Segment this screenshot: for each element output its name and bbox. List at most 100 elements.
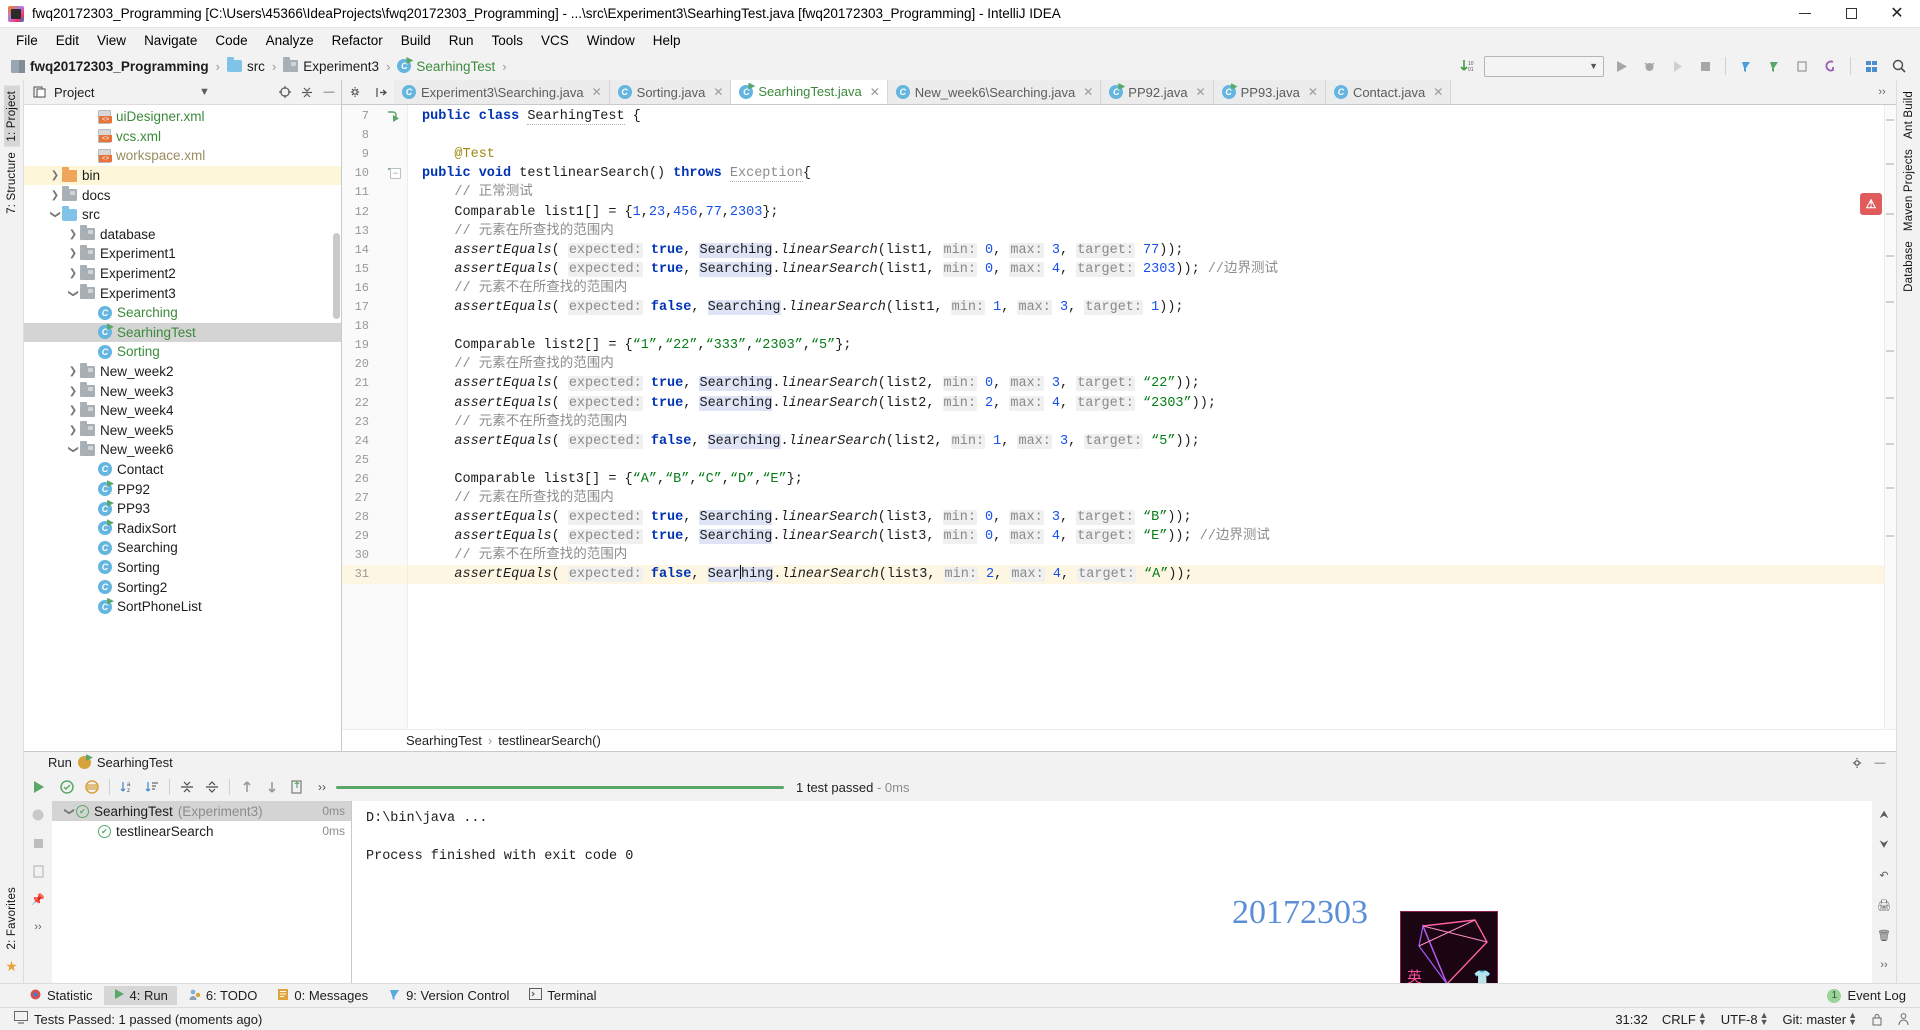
menu-vcs[interactable]: VCS [533, 31, 577, 50]
export-results-icon[interactable] [286, 776, 308, 798]
menu-edit[interactable]: Edit [48, 31, 87, 50]
code-line[interactable]: Comparable list2[] = {“1”,“22”,“333”,“23… [422, 336, 851, 355]
expand-editor-icon[interactable] [372, 84, 388, 100]
expand-all-icon[interactable] [176, 776, 198, 798]
rerun-icon[interactable] [30, 779, 46, 795]
close-icon[interactable]: ✕ [870, 85, 880, 99]
editor-tab[interactable]: C Sorting.java ✕ [609, 80, 732, 104]
chevron-right-icon[interactable] [66, 366, 80, 377]
code-line[interactable]: assertEquals( expected: true, Searching.… [422, 508, 1192, 527]
tree-row[interactable]: C PP93 [24, 499, 341, 519]
menu-window[interactable]: Window [579, 31, 643, 50]
tree-row[interactable]: src [24, 205, 341, 225]
editor-marker-bar[interactable] [1884, 105, 1896, 729]
code-line[interactable]: assertEquals( expected: false, Searching… [422, 432, 1200, 451]
git-branch[interactable]: Git: master ▲ ▼ [1783, 1011, 1858, 1027]
tree-row[interactable]: docs [24, 185, 341, 205]
tree-row[interactable]: uiDesigner.xml [24, 107, 341, 127]
chevron-right-icon[interactable] [66, 386, 80, 397]
bottom-tab-terminal[interactable]: Terminal [520, 986, 605, 1005]
editor-tab[interactable]: C PP93.java ✕ [1213, 80, 1326, 104]
project-tree[interactable]: uiDesigner.xml vcs.xml workspace.xml bin doc… [24, 105, 341, 751]
bottom-tab-run[interactable]: 4: Run [103, 986, 177, 1005]
tree-row[interactable]: C RadixSort [24, 518, 341, 538]
editor-tab[interactable]: C Contact.java ✕ [1325, 80, 1452, 104]
close-icon[interactable]: ✕ [713, 85, 723, 99]
code-line[interactable]: // 元素在所查找的范围内 [422, 489, 613, 508]
vcs-commit-icon[interactable] [1763, 55, 1785, 77]
tree-row[interactable]: vcs.xml [24, 127, 341, 147]
run-settings-icon[interactable] [1850, 755, 1866, 771]
menu-tools[interactable]: Tools [484, 31, 532, 50]
project-tree-scrollbar[interactable] [333, 233, 340, 319]
lock-icon[interactable] [1871, 1013, 1883, 1026]
tree-row[interactable]: Experiment1 [24, 244, 341, 264]
tree-row[interactable]: New_week5 [24, 421, 341, 441]
code-line[interactable]: assertEquals( expected: true, Searching.… [422, 241, 1184, 260]
scroll-down-icon[interactable]: ⮟ [1876, 837, 1892, 853]
tree-row[interactable]: C Searching [24, 303, 341, 323]
code-line[interactable]: public class SearhingTest { [422, 107, 641, 126]
code-line[interactable]: // 元素不在所查找的范围内 [422, 279, 627, 298]
code-line[interactable]: @Test [422, 145, 495, 164]
code-line[interactable]: // 元素在所查找的范围内 [422, 222, 613, 241]
code-line[interactable]: assertEquals( expected: true, Searching.… [422, 260, 1278, 279]
prev-failed-icon[interactable] [236, 776, 258, 798]
rail-tab-ant-build[interactable]: Ant Build [1901, 86, 1917, 144]
menu-build[interactable]: Build [393, 31, 439, 50]
chevron-right-icon[interactable] [66, 268, 80, 279]
maximize-button[interactable] [1828, 0, 1874, 28]
code-line[interactable]: assertEquals( expected: false, Searching… [422, 298, 1184, 317]
editor-tab[interactable]: C Experiment3\Searching.java ✕ [394, 80, 610, 104]
collapse-all-icon[interactable] [299, 84, 315, 100]
event-log-label[interactable]: Event Log [1847, 988, 1906, 1003]
fold-region-icon[interactable]: − [390, 168, 401, 180]
hide-run-window-icon[interactable]: — [1872, 755, 1888, 771]
code-line[interactable]: public void testlinearSearch() throws Ex… [422, 164, 811, 183]
rail-tab-maven-projects[interactable]: Maven Projects [1901, 144, 1917, 236]
chevron-right-icon[interactable] [66, 248, 80, 259]
run-config-name[interactable]: SearhingTest [97, 755, 173, 770]
tree-row[interactable]: C Sorting2 [24, 577, 341, 597]
undo-icon[interactable] [1819, 55, 1841, 77]
menu-view[interactable]: View [89, 31, 134, 50]
breadcrumb-src[interactable]: src [224, 57, 268, 75]
pin-tab-icon[interactable]: 📌 [30, 891, 46, 907]
tree-row[interactable]: bin [24, 165, 341, 186]
show-ignored-icon[interactable] [81, 776, 103, 798]
code-line[interactable]: Comparable list3[] = {“A”,“B”,“C”,“D”,“E… [422, 470, 802, 489]
code-line[interactable]: // 元素不在所查找的范围内 [422, 546, 627, 565]
tree-row[interactable]: New_week4 [24, 401, 341, 421]
chevron-right-icon[interactable] [48, 190, 62, 201]
tree-row[interactable]: C SearhingTest [24, 322, 341, 343]
close-icon[interactable]: ✕ [592, 85, 602, 99]
dump-threads-icon[interactable] [30, 863, 46, 879]
search-icon[interactable] [1888, 55, 1910, 77]
code-editor[interactable]: public class SearhingTest { @Test public … [408, 105, 1884, 729]
bottom-tab-todo[interactable]: 6: TODO [179, 986, 267, 1006]
menu-refactor[interactable]: Refactor [324, 31, 391, 50]
rail-tab-favorites[interactable]: 2: Favorites [4, 882, 20, 954]
chevron-down-icon[interactable] [66, 444, 80, 455]
close-icon[interactable]: ✕ [1308, 85, 1318, 99]
vcs-push-icon[interactable] [1791, 55, 1813, 77]
soft-wrap-icon[interactable]: ↶ [1876, 867, 1892, 883]
close-icon[interactable]: ✕ [1083, 85, 1093, 99]
breadcrumb-project[interactable]: fwq20172303_Programming [8, 58, 212, 75]
debug-button[interactable] [1638, 55, 1660, 77]
tree-row[interactable]: New_week6 [24, 440, 341, 460]
menu-navigate[interactable]: Navigate [136, 31, 205, 50]
memory-indicator-icon[interactable] [1897, 1012, 1910, 1026]
tree-row[interactable]: New_week3 [24, 381, 341, 401]
file-encoding[interactable]: UTF-8 ▲ ▼ [1721, 1011, 1769, 1027]
code-line[interactable]: assertEquals( expected: true, Searching.… [422, 394, 1216, 413]
code-line[interactable]: assertEquals( expected: false, Searhing.… [422, 565, 1193, 584]
chevron-down-icon[interactable] [48, 209, 62, 220]
menu-analyze[interactable]: Analyze [258, 31, 322, 50]
chevron-down-icon[interactable] [62, 806, 76, 817]
code-line[interactable]: // 元素在所查找的范围内 [422, 355, 613, 374]
tree-row[interactable]: C Sorting [24, 342, 341, 362]
tree-row[interactable]: Experiment2 [24, 264, 341, 284]
hide-pane-icon[interactable]: — [321, 84, 337, 100]
menu-help[interactable]: Help [645, 31, 689, 50]
